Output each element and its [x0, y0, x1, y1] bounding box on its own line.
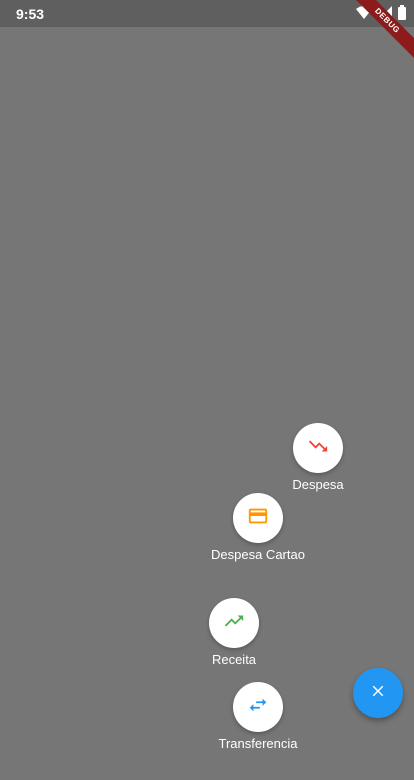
speed-dial-item-receita[interactable]: Receita [184, 598, 284, 667]
close-icon [369, 682, 387, 705]
speed-dial-item-despesa-cartao[interactable]: Despesa Cartao [198, 493, 318, 562]
swap-icon [247, 694, 269, 721]
despesa-cartao-button[interactable] [233, 493, 283, 543]
trending-up-icon [223, 610, 245, 637]
receita-button[interactable] [209, 598, 259, 648]
speed-dial-item-despesa[interactable]: Despesa [268, 423, 368, 492]
trending-down-icon [307, 435, 329, 462]
transferencia-button[interactable] [233, 682, 283, 732]
status-bar: 9:53 [0, 0, 414, 27]
speed-dial-item-transferencia[interactable]: Transferencia [198, 682, 318, 751]
credit-card-icon [247, 505, 269, 532]
despesa-cartao-label: Despesa Cartao [211, 547, 305, 562]
status-time: 9:53 [16, 6, 45, 22]
close-speed-dial-button[interactable] [353, 668, 403, 718]
despesa-button[interactable] [293, 423, 343, 473]
battery-icon [398, 5, 406, 25]
receita-label: Receita [211, 652, 257, 667]
despesa-label: Despesa [292, 477, 344, 492]
transferencia-label: Transferencia [218, 736, 298, 751]
